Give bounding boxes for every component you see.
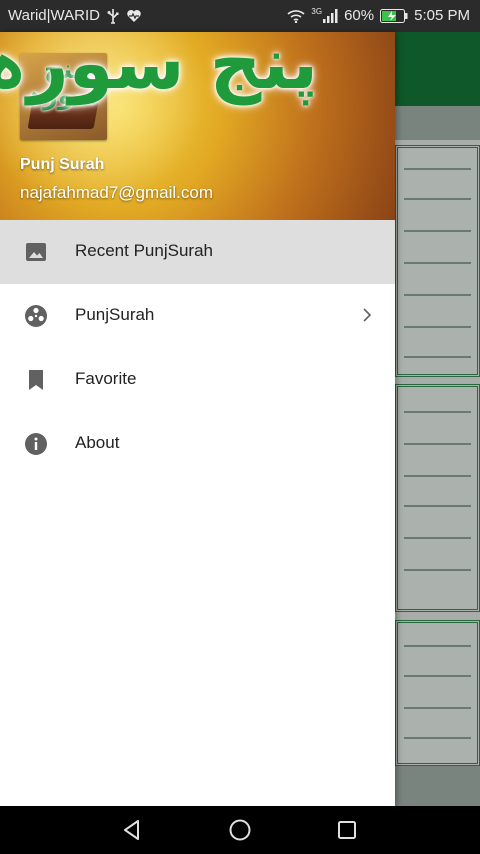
info-icon	[25, 433, 47, 455]
header-calligraphy-title: پنج سورہ	[0, 32, 318, 105]
drawer-app-name: Punj Surah	[20, 156, 105, 173]
status-bar: Warid|WARID 3G 60% 5:05 PM	[0, 0, 480, 32]
bookmark-icon	[29, 370, 43, 390]
menu-item-label: Recent PunjSurah	[75, 241, 213, 260]
menu-item-label: PunjSurah	[75, 305, 155, 324]
menu-item-favorite[interactable]: Favorite	[0, 348, 395, 412]
film-reel-icon	[25, 305, 47, 327]
health-heart-icon	[127, 9, 141, 22]
back-triangle-icon[interactable]	[120, 818, 144, 842]
recents-square-icon[interactable]	[335, 818, 359, 842]
chevron-right-icon	[363, 308, 372, 322]
home-circle-icon[interactable]	[228, 818, 252, 842]
signal-icon	[323, 8, 338, 23]
usb-icon	[107, 8, 119, 24]
menu-item-label: About	[75, 433, 120, 452]
system-navigation-bar	[0, 806, 480, 854]
carrier-label: Warid|WARID	[8, 7, 100, 24]
drawer-account-email: najafahmad7@gmail.com	[20, 183, 214, 202]
menu-item-about[interactable]: About	[0, 412, 395, 476]
clock: 5:05 PM	[414, 7, 470, 24]
battery-charging-icon	[380, 8, 408, 23]
battery-percent: 60%	[344, 7, 375, 24]
menu-item-label: Favorite	[75, 369, 137, 388]
drawer-menu: Recent PunjSurah PunjSurah Favorite Abou…	[0, 220, 395, 476]
menu-item-punjsurah[interactable]: PunjSurah	[0, 284, 395, 348]
network-type-label: 3G	[311, 6, 323, 16]
menu-item-recent-punjsurah[interactable]: Recent PunjSurah	[0, 220, 395, 284]
navigation-drawer: پنج سورہ پنج سورہ Punj Surah najafahmad7…	[0, 32, 395, 806]
image-icon	[26, 243, 46, 261]
drawer-header: پنج سورہ پنج سورہ Punj Surah najafahmad7…	[0, 32, 395, 220]
wifi-icon	[287, 9, 305, 23]
